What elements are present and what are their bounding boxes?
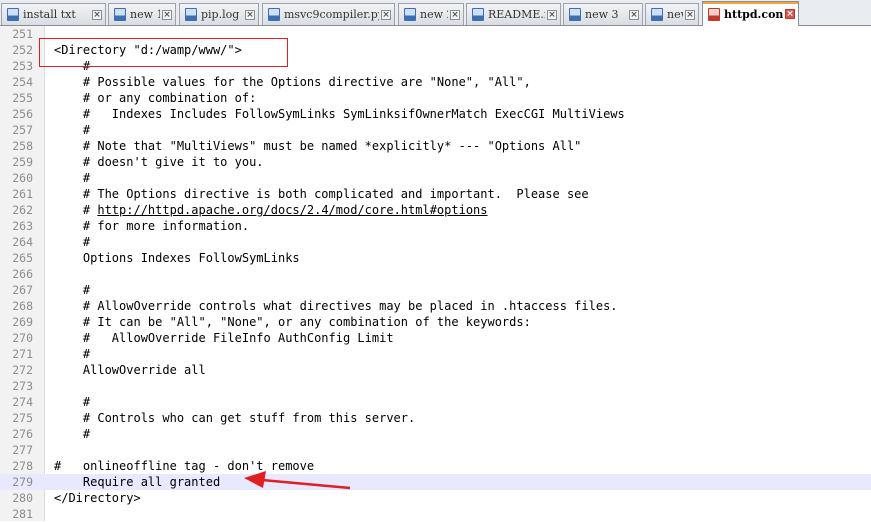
annotation-arrow (244, 471, 351, 490)
